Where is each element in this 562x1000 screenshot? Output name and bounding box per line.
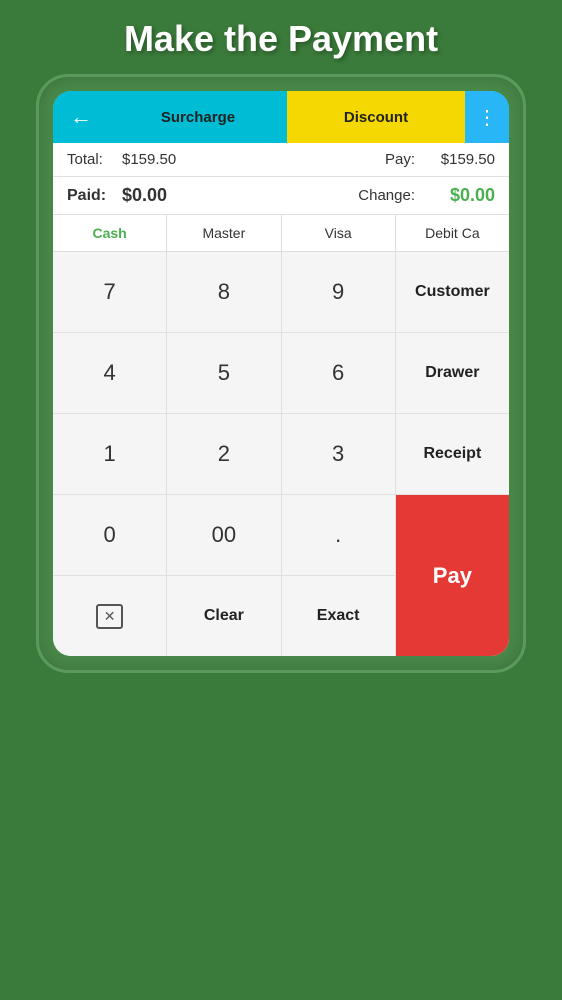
- key-7[interactable]: 7: [53, 252, 166, 332]
- key-pay[interactable]: Pay: [396, 495, 509, 656]
- summary-section: Total: $159.50 Pay: $159.50 Paid: $0.00 …: [53, 143, 509, 215]
- paid-label: Paid:: [67, 187, 122, 205]
- change-label: Change:: [358, 187, 415, 204]
- key-4[interactable]: 4: [53, 333, 166, 413]
- key-0[interactable]: 0: [53, 495, 166, 575]
- menu-button[interactable]: ⋮: [465, 91, 509, 143]
- app-container: ← Surcharge Discount ⋮ Total: $159.50 Pa…: [53, 91, 509, 656]
- key-9[interactable]: 9: [282, 252, 395, 332]
- pay-value: $159.50: [415, 151, 495, 168]
- key-3[interactable]: 3: [282, 414, 395, 494]
- key-customer[interactable]: Customer: [396, 252, 509, 332]
- key-backspace[interactable]: ✕: [53, 576, 166, 656]
- key-2[interactable]: 2: [167, 414, 280, 494]
- back-button[interactable]: ←: [53, 91, 109, 143]
- toolbar: ← Surcharge Discount ⋮: [53, 91, 509, 143]
- discount-tab[interactable]: Discount: [287, 91, 465, 143]
- backspace-icon: ✕: [96, 604, 124, 629]
- payment-tab-debit[interactable]: Debit Ca: [396, 215, 509, 251]
- payment-tab-cash[interactable]: Cash: [53, 215, 167, 251]
- key-clear[interactable]: Clear: [167, 576, 280, 656]
- payment-tab-master[interactable]: Master: [167, 215, 281, 251]
- pay-label: Pay:: [365, 151, 415, 168]
- key-dot[interactable]: .: [282, 495, 395, 575]
- payment-tab-visa[interactable]: Visa: [282, 215, 396, 251]
- key-receipt[interactable]: Receipt: [396, 414, 509, 494]
- change-value: $0.00: [415, 185, 495, 206]
- key-drawer[interactable]: Drawer: [396, 333, 509, 413]
- key-00[interactable]: 00: [167, 495, 280, 575]
- payment-methods: Cash Master Visa Debit Ca: [53, 215, 509, 252]
- paid-row: Paid: $0.00 Change: $0.00: [53, 177, 509, 215]
- key-1[interactable]: 1: [53, 414, 166, 494]
- total-value: $159.50: [122, 151, 365, 168]
- total-label: Total:: [67, 151, 122, 168]
- total-row: Total: $159.50 Pay: $159.50: [53, 143, 509, 177]
- key-6[interactable]: 6: [282, 333, 395, 413]
- phone-frame: ← Surcharge Discount ⋮ Total: $159.50 Pa…: [36, 74, 526, 673]
- paid-value: $0.00: [122, 185, 358, 206]
- key-5[interactable]: 5: [167, 333, 280, 413]
- numpad: 7 8 9 Customer 4 5 6 Drawer 1 2 3 Receip…: [53, 252, 509, 656]
- key-exact[interactable]: Exact: [282, 576, 395, 656]
- surcharge-tab[interactable]: Surcharge: [109, 91, 287, 143]
- key-8[interactable]: 8: [167, 252, 280, 332]
- page-title: Make the Payment: [114, 0, 448, 74]
